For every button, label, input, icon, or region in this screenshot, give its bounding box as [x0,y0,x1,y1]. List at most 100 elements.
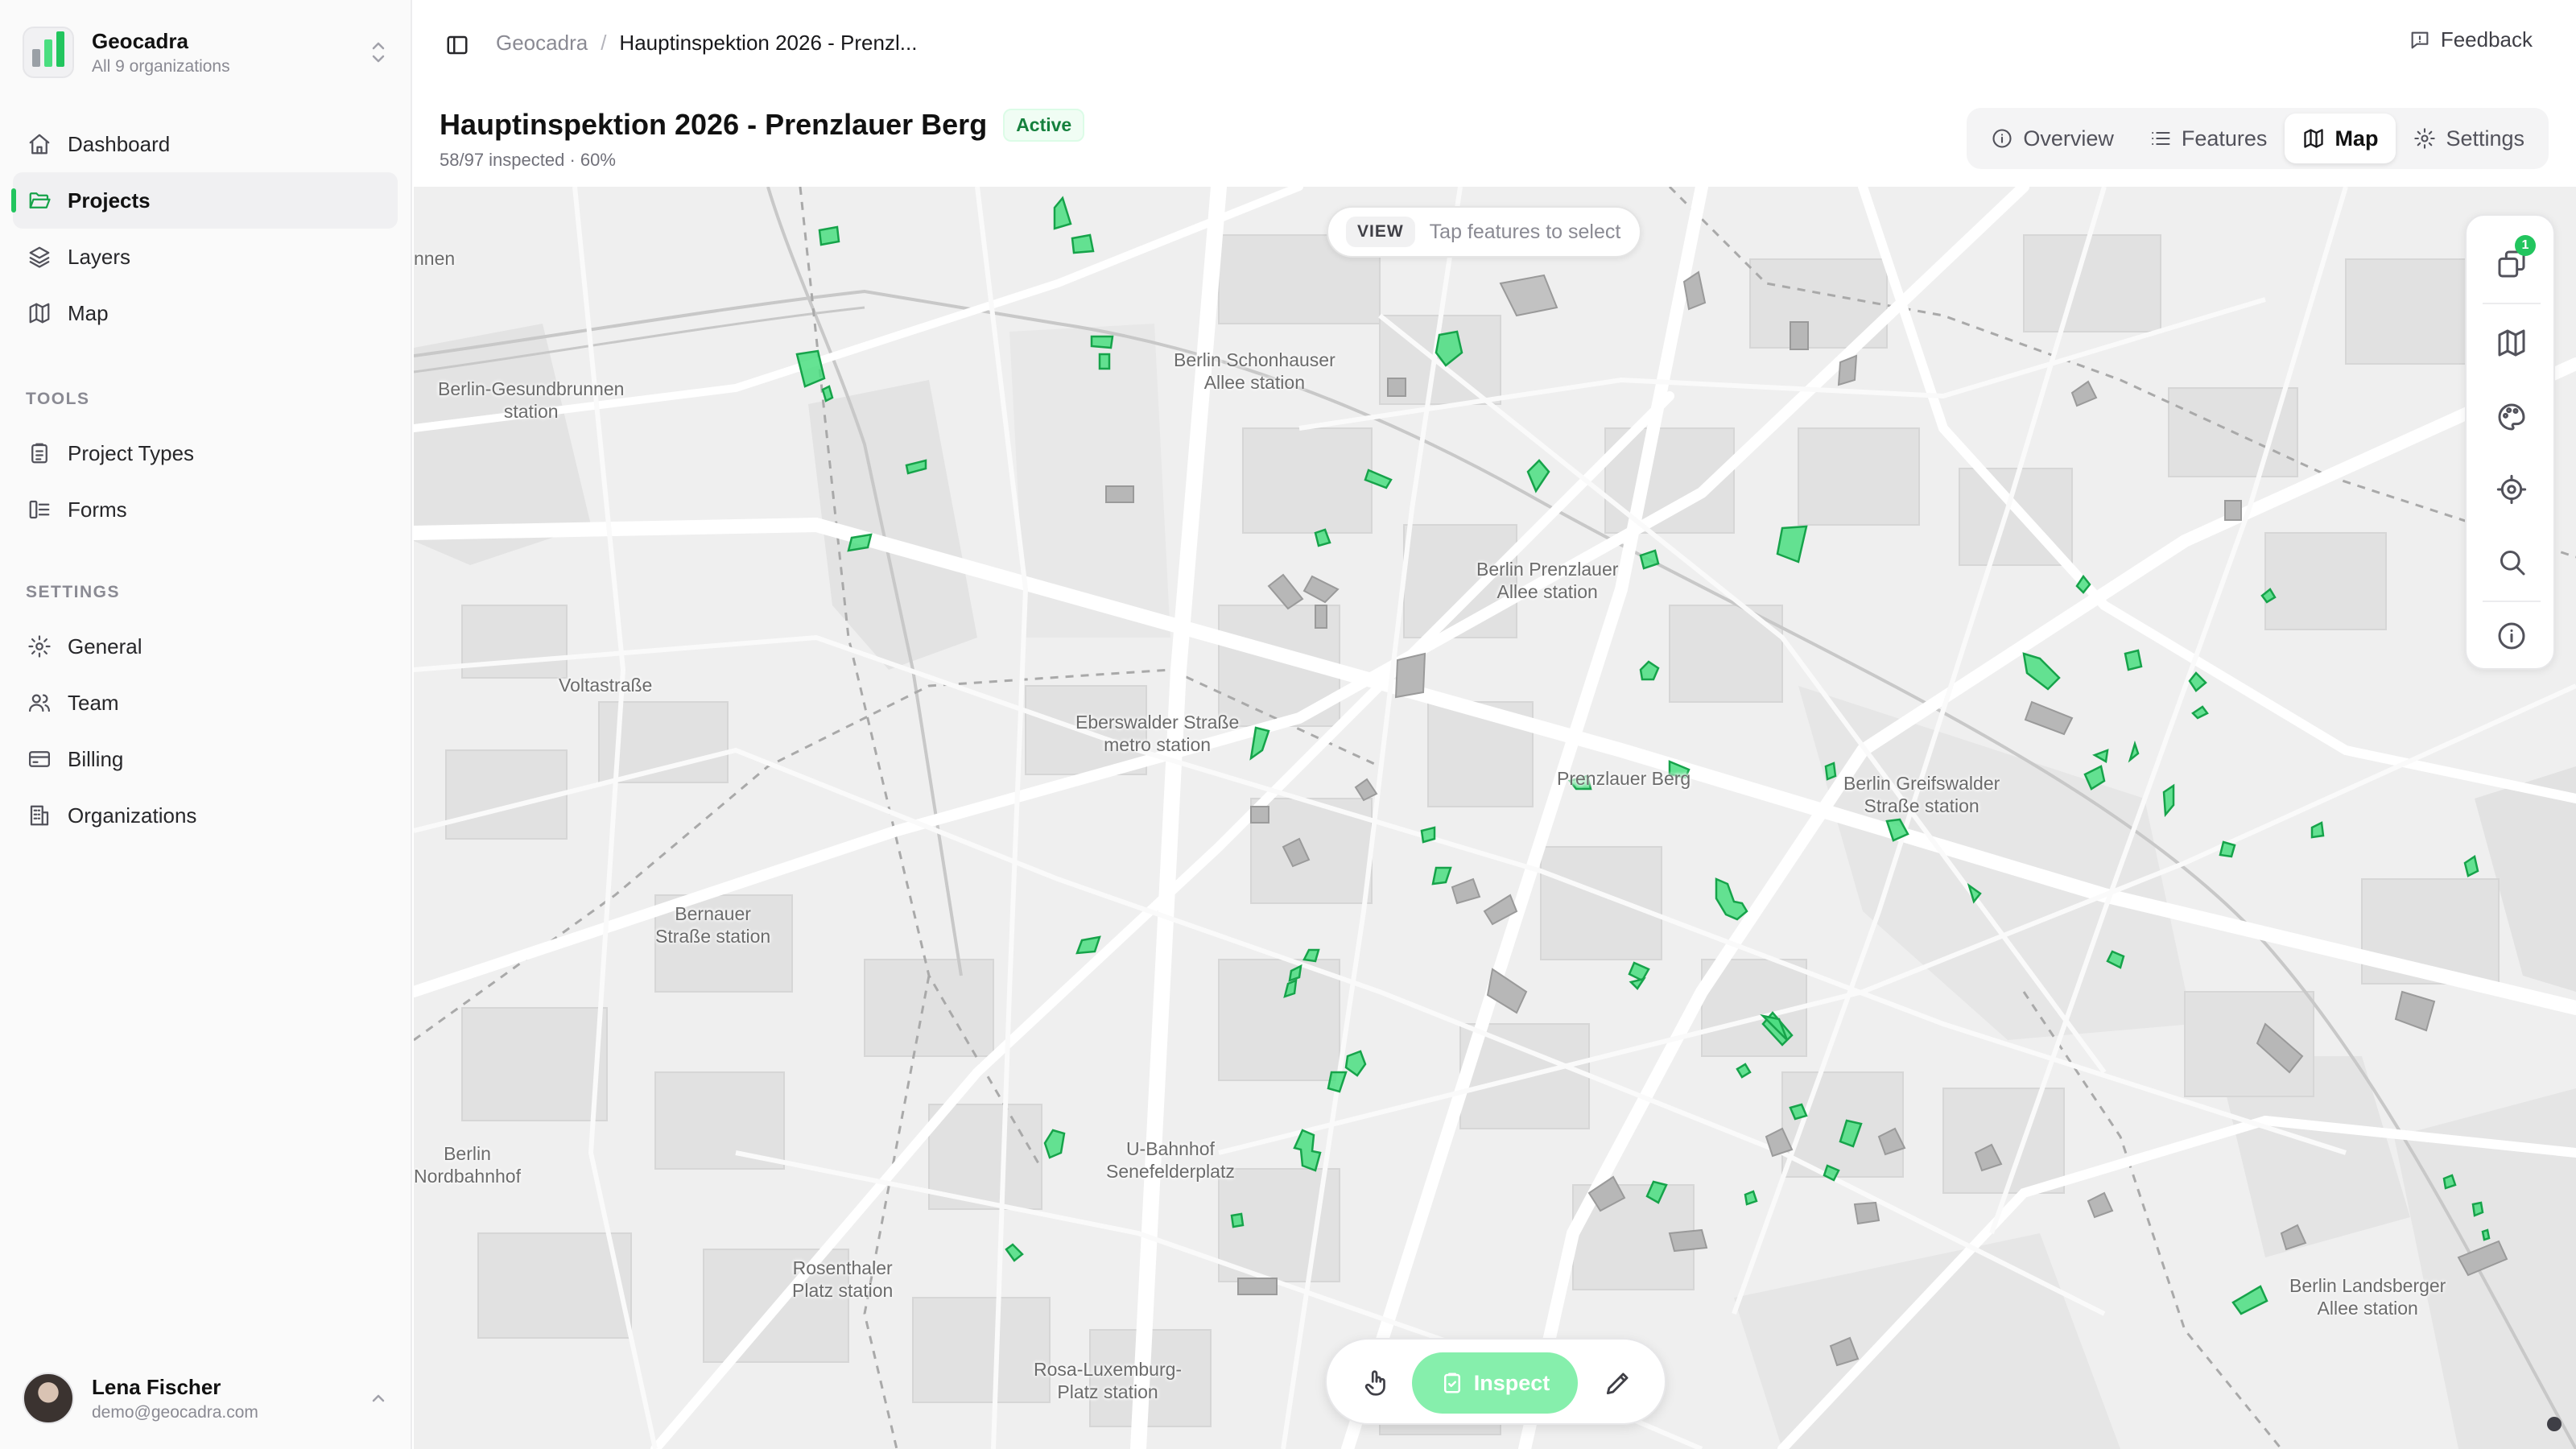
map-base [414,187,2576,1449]
tab-label: Overview [2023,126,2114,151]
view-mode-tag: VIEW [1346,217,1415,247]
avatar [23,1373,74,1424]
nav-label: Billing [68,746,124,771]
style-button[interactable] [2489,394,2534,440]
sidebar: Geocadra All 9 organizations Dashboard P… [0,0,412,1449]
nav-label: Dashboard [68,131,171,156]
nav-label: Team [68,690,119,715]
chevrons-up-down-icon [367,36,390,68]
map-label: Eberswalder Straße metro station [1075,712,1240,755]
nav-item-map[interactable]: Map [13,285,398,341]
page-title: Hauptinspektion 2026 - Prenzlauer Berg [440,108,988,141]
nav-label: Forms [68,497,127,522]
breadcrumb: Geocadra / Hauptinspektion 2026 - Prenzl… [496,31,917,56]
map-label: Rosa-Luxemburg- Platz station [1034,1359,1183,1402]
edit-mode-button[interactable] [1592,1354,1644,1412]
sidebar-toggle-button[interactable] [441,29,473,61]
folder-open-icon [29,192,51,208]
nav-label: Layers [68,244,131,269]
map-label: Berlin Greifswalder Straße station [1843,773,2000,816]
panel-left-icon [447,35,468,55]
map-icon [2304,129,2324,148]
map-label: Berlin Schonhauser Allee station [1174,349,1335,393]
map-label: Bernauer Straße station [655,903,771,947]
settings-heading: SETTINGS [26,583,121,601]
credit-card-icon [29,751,50,767]
nav-label: Organizations [68,803,197,828]
tab-features[interactable]: Features [2132,114,2285,163]
view-mode-hint: Tap features to select [1429,220,1621,243]
users-icon [29,694,50,712]
message-square-icon [2411,31,2429,48]
nav-label: General [68,634,142,658]
chevron-up-icon [367,1382,390,1414]
info-button[interactable] [2489,613,2534,658]
breadcrumb-root-link[interactable]: Geocadra [496,31,588,56]
nav-item-projects[interactable]: Projects [11,172,398,229]
org-switcher[interactable]: Geocadra All 9 organizations [23,23,390,82]
org-subtitle: All 9 organizations [92,56,230,76]
building-icon [30,805,49,826]
user-menu[interactable]: Lena Fischer demo@geocadra.com [23,1368,390,1428]
map-label: Voltastraße [559,675,653,696]
top-bar: Geocadra / Hauptinspektion 2026 - Prenzl… [414,0,2576,89]
search-icon [2500,551,2525,576]
map-label: Berlin-Gesundbrunnen station [438,378,625,422]
nav-item-project-types[interactable]: Project Types [13,425,398,481]
map-label: nnen [414,248,456,269]
org-name: Geocadra [92,28,188,53]
nav-item-billing[interactable]: Billing [13,731,398,787]
feedback-button[interactable]: Feedback [2409,27,2533,52]
settings-nav: General Team Billing Organizations [13,618,398,844]
map-label: U-Bahnhof Senefelderplatz [1106,1138,1235,1182]
user-name: Lena Fischer [92,1374,221,1399]
map-mode-bar: Inspect [1325,1338,1666,1425]
map-label: Berlin Nordbahnhof [414,1143,521,1187]
tab-map[interactable]: Map [2285,114,2396,163]
user-email: demo@geocadra.com [92,1402,258,1422]
nav-item-layers[interactable]: Layers [13,229,398,285]
search-button[interactable] [2489,539,2534,584]
map-icon [2498,329,2525,357]
layers-toggle-button[interactable]: 1 [2489,235,2536,287]
info-icon [1992,129,2012,148]
gear-icon [28,635,51,658]
map-canvas[interactable]: nnen Berlin-Gesundbrunnen station Berlin… [414,187,2576,1449]
nav-label: Map [68,300,109,325]
tools-heading: TOOLS [26,390,90,408]
map-label: Berlin Landsberger Allee station [2289,1275,2446,1319]
tab-overview[interactable]: Overview [1973,114,2132,163]
inspection-progress: 58/97 inspected · 60% [440,150,616,170]
nav-item-organizations[interactable]: Organizations [13,787,398,844]
pan-mode-button[interactable] [1351,1354,1402,1412]
nav-item-general[interactable]: General [13,618,398,675]
hand-pointer-icon [1364,1370,1385,1396]
map-marker [2547,1417,2562,1431]
nav-item-dashboard[interactable]: Dashboard [13,116,398,172]
basemap-button[interactable] [2489,320,2534,365]
main-nav: Dashboard Projects Layers Map [11,116,398,341]
map-label: Prenzlauer Berg [1557,768,1691,789]
locate-button[interactable] [2489,467,2534,512]
nav-item-team[interactable]: Team [13,675,398,731]
nav-item-forms[interactable]: Forms [13,481,398,538]
layers-count-badge: 1 [2515,235,2536,256]
form-input-icon [29,500,50,519]
map-toolbar: 1 [2465,214,2555,670]
tab-label: Settings [2446,126,2524,151]
pencil-icon [1606,1373,1629,1395]
inspect-mode-button[interactable]: Inspect [1412,1352,1578,1414]
home-icon [29,134,50,155]
tab-label: Features [2181,126,2268,151]
breadcrumb-separator: / [601,31,607,55]
tab-label: Map [2334,126,2379,151]
project-tabs: Overview Features Map Settings [1967,108,2549,169]
view-mode-indicator: VIEW Tap features to select [1327,206,1642,258]
status-badge: Active [1003,108,1085,142]
crosshair-icon [2496,474,2527,505]
list-icon [2151,131,2170,146]
info-icon [2498,622,2525,650]
inspect-label: Inspect [1473,1370,1550,1395]
gear-icon [2414,128,2436,149]
tab-settings[interactable]: Settings [2396,114,2542,163]
